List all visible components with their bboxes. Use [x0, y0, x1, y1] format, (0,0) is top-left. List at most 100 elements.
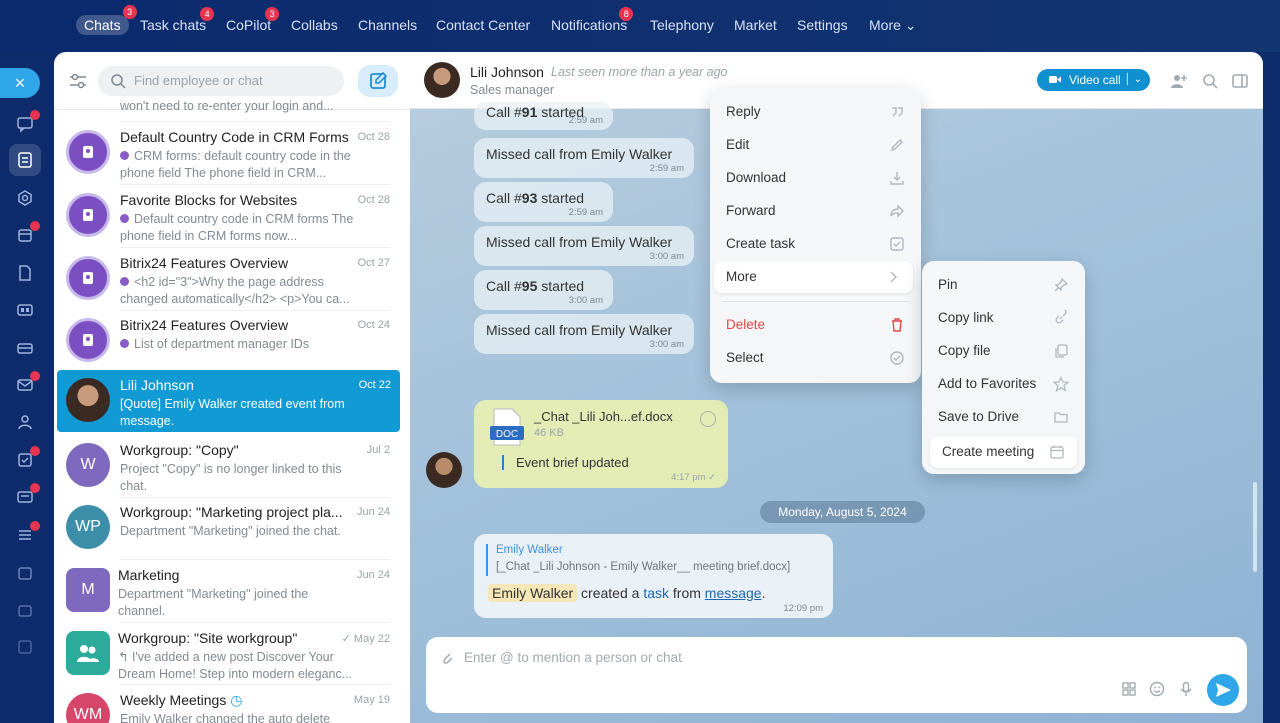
message-link[interactable]: message: [705, 585, 762, 601]
apps-grid-icon[interactable]: [1121, 681, 1137, 697]
nav-market[interactable]: Market: [734, 17, 777, 33]
message-bubble[interactable]: Call #95 started 3:00 am: [474, 270, 613, 310]
menu-item-select[interactable]: Select: [714, 342, 917, 374]
message-bubble[interactable]: Missed call from Emily Walker 3:00 am: [474, 226, 694, 266]
quote-author[interactable]: Emily Walker: [496, 544, 563, 556]
search-icon[interactable]: [1201, 72, 1219, 90]
chat-date: Oct 27: [357, 257, 390, 269]
apps-icon[interactable]: [16, 638, 34, 656]
chat-list-item[interactable]: W Workgroup: "Copy" Jul 2 Project "Copy"…: [54, 435, 410, 497]
file-name[interactable]: _Chat _Lili Joh...ef.docx: [534, 409, 673, 424]
chat-list-item[interactable]: Default Country Code in CRM Forms Oct 28…: [54, 122, 410, 184]
copilot-icon[interactable]: [16, 189, 34, 207]
mention[interactable]: Emily Walker: [488, 584, 578, 602]
camera-icon: [1049, 76, 1061, 83]
pin-icon: [1054, 277, 1069, 292]
menu-item-forward[interactable]: Forward: [714, 195, 917, 227]
menu-item-save-to-drive[interactable]: Save to Drive: [926, 401, 1081, 433]
documents-icon[interactable]: [16, 264, 34, 282]
chat-list-item[interactable]: Workgroup: "Site workgroup" ✓ May 22 ↰ I…: [54, 623, 410, 685]
file-message[interactable]: DOC _Chat _Lili Joh...ef.docx 46 KB Even…: [474, 400, 728, 488]
nav-copilot[interactable]: CoPilot 3: [226, 7, 280, 33]
nav-telephony[interactable]: Telephony: [650, 17, 714, 33]
chat-icon[interactable]: [16, 110, 40, 133]
chat-preview: Department "Marketing" joined the chat.: [120, 524, 341, 538]
paperclip-icon[interactable]: [440, 650, 454, 666]
chat-list-item[interactable]: WM Weekly Meetings ◷ May 19 Emily Walker…: [54, 685, 410, 723]
chat-list-item[interactable]: M Marketing Jun 24 Department "Marketing…: [54, 560, 410, 622]
close-icon[interactable]: ×: [0, 68, 40, 98]
chat-list-item[interactable]: WP Workgroup: "Marketing project pla... …: [54, 497, 410, 559]
menu-item-create-meeting[interactable]: Create meeting: [930, 436, 1077, 468]
chat-list-item[interactable]: Bitrix24 Features Overview Oct 27 <h2 id…: [54, 248, 410, 310]
board-icon[interactable]: [16, 301, 34, 319]
menu-item-add-to-favorites[interactable]: Add to Favorites: [926, 368, 1081, 400]
message-input-placeholder[interactable]: Enter @ to mention a person or chat: [464, 650, 682, 665]
chat-preview: Default country code in CRM forms The ph…: [120, 212, 354, 243]
message-composer[interactable]: Enter @ to mention a person or chat: [426, 637, 1247, 713]
chat-title: Default Country Code in CRM Forms: [120, 129, 349, 145]
nav-notifications[interactable]: Notifications 8: [551, 7, 634, 33]
chat-list-item-selected[interactable]: Lili Johnson Oct 22 [Quote] Emily Walker…: [57, 370, 400, 432]
calendar-icon[interactable]: [16, 221, 40, 244]
menu-item-edit[interactable]: Edit: [714, 129, 917, 161]
menu-item-pin[interactable]: Pin: [926, 269, 1081, 301]
message-bubble[interactable]: Missed call from Emily Walker 3:00 am: [474, 314, 694, 354]
message-bubble[interactable]: Call #91 started 2:59 am: [474, 102, 613, 130]
avatar: W: [66, 443, 110, 487]
nav-badge: 4: [200, 7, 215, 21]
users-icon[interactable]: [16, 413, 34, 431]
menu-item-delete[interactable]: Delete: [714, 309, 917, 341]
nav-chats[interactable]: Chats 3: [76, 5, 137, 35]
nav-channels[interactable]: Channels: [358, 17, 417, 33]
menu-item-reply[interactable]: Reply: [714, 96, 917, 128]
chat-preview: Project "Copy" is no longer linked to th…: [120, 462, 342, 493]
video-call-button[interactable]: Video call │ ⌄: [1037, 69, 1150, 91]
download-icon[interactable]: [700, 411, 716, 427]
chat-list-item[interactable]: Bitrix24 Features Overview Oct 24 List o…: [54, 310, 410, 372]
store-icon[interactable]: [16, 601, 34, 619]
task-link[interactable]: task: [643, 585, 669, 601]
nav-badge: 8: [619, 7, 634, 21]
chat-date: Oct 22: [358, 379, 391, 391]
menu-item-copy-file[interactable]: Copy file: [926, 335, 1081, 367]
message-bubble[interactable]: Call #93 started 2:59 am: [474, 182, 613, 222]
chat-list-item[interactable]: Favorite Blocks for Websites Oct 28 Defa…: [54, 185, 410, 247]
nav-collabs[interactable]: Collabs: [291, 17, 338, 33]
chat-header-name[interactable]: Lili Johnson: [470, 64, 544, 80]
filter-icon[interactable]: [68, 72, 88, 90]
mail-icon[interactable]: [16, 371, 40, 394]
avatar: [66, 318, 110, 362]
emoji-icon[interactable]: [1149, 681, 1165, 697]
nav-more[interactable]: More ⌄: [869, 17, 917, 34]
chat-date: Jul 2: [366, 444, 390, 456]
automation-icon[interactable]: [16, 521, 40, 544]
sites-icon[interactable]: [16, 483, 40, 506]
avatar[interactable]: [424, 62, 460, 98]
nav-contact-center[interactable]: Contact Center: [436, 17, 530, 33]
add-user-icon[interactable]: [1170, 72, 1188, 90]
menu-item-copy-link[interactable]: Copy link: [926, 302, 1081, 334]
schedule-icon[interactable]: [16, 564, 34, 582]
avatar[interactable]: [426, 452, 462, 488]
chat-preview: Department "Marketing" joined the channe…: [118, 587, 309, 618]
crm-icon[interactable]: [16, 339, 34, 357]
chat-list-item[interactable]: won't need to re-enter your login and...: [54, 92, 410, 120]
nav-task-chats[interactable]: Task chats 4: [140, 7, 215, 33]
scrollbar[interactable]: [1253, 482, 1257, 572]
tasks-icon[interactable]: [16, 446, 40, 469]
menu-item-more[interactable]: More: [714, 261, 913, 293]
microphone-icon[interactable]: [1178, 681, 1194, 697]
menu-item-download[interactable]: Download: [714, 162, 917, 194]
feed-icon[interactable]: [9, 144, 41, 176]
send-button[interactable]: [1207, 674, 1239, 706]
panel-toggle-icon[interactable]: [1231, 72, 1249, 90]
nav-settings[interactable]: Settings: [797, 17, 848, 33]
message-bubble[interactable]: Missed call from Emily Walker 2:59 am: [474, 138, 694, 178]
chevron-down-icon[interactable]: │ ⌄: [1125, 69, 1142, 91]
quote-message[interactable]: Emily Walker [_Chat _Lili Johnson - Emil…: [474, 534, 833, 618]
menu-item-create-task[interactable]: Create task: [714, 228, 917, 260]
send-icon: [1216, 683, 1231, 697]
copy-icon: [1055, 344, 1068, 358]
chat-preview: [Quote] Emily Walker created event from …: [120, 397, 345, 428]
